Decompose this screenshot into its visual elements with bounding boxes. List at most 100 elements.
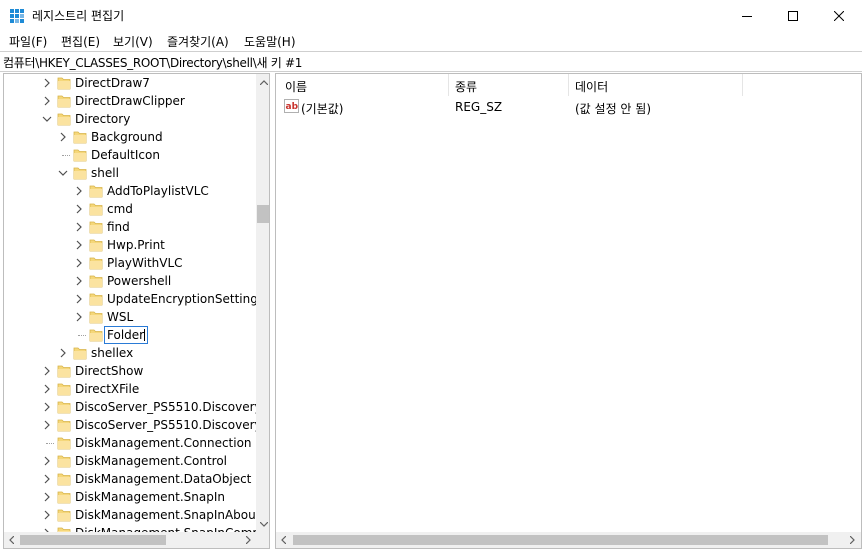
chevron-right-icon[interactable] xyxy=(41,365,53,377)
tree-item[interactable]: DirectShow xyxy=(4,362,256,380)
tree-item-label[interactable]: shellex xyxy=(91,346,133,360)
tree-item-label[interactable]: DiskManagement.SnapIn xyxy=(75,490,225,504)
chevron-down-icon[interactable] xyxy=(57,167,69,179)
tree-item-label[interactable]: DiskManagement.DataObject xyxy=(75,472,251,486)
chevron-right-icon[interactable] xyxy=(41,77,53,89)
value-row[interactable]: ab (기본값) REG_SZ (값 설정 안 됨) xyxy=(276,98,861,116)
tree-item-label[interactable]: WSL xyxy=(107,310,133,324)
tree-horizontal-scroll-thumb[interactable] xyxy=(20,535,166,545)
address-path[interactable]: 컴퓨터\HKEY_CLASSES_ROOT\Directory\shell\새 … xyxy=(3,54,302,71)
tree-item-label[interactable]: cmd xyxy=(107,202,133,216)
key-tree[interactable]: DirectDraw7 DirectDrawClipper Directory Bac… xyxy=(4,74,256,532)
tree-item[interactable]: DirectDraw7 xyxy=(4,74,256,92)
chevron-down-icon[interactable] xyxy=(41,113,53,125)
chevron-right-icon[interactable] xyxy=(73,275,85,287)
scroll-left-icon[interactable] xyxy=(276,532,291,548)
chevron-right-icon[interactable] xyxy=(73,311,85,323)
column-divider[interactable] xyxy=(448,74,449,96)
column-header-name[interactable]: 이름 xyxy=(285,78,307,95)
chevron-right-icon[interactable] xyxy=(41,383,53,395)
column-header-data[interactable]: 데이터 xyxy=(575,78,608,95)
column-divider[interactable] xyxy=(568,74,569,96)
tree-item-label[interactable]: DiskManagement.Control xyxy=(75,454,227,468)
tree-item-label[interactable]: PlayWithVLC xyxy=(107,256,183,270)
tree-item[interactable]: shell xyxy=(4,164,256,182)
chevron-right-icon[interactable] xyxy=(73,239,85,251)
scroll-right-icon[interactable] xyxy=(241,532,256,548)
chevron-right-icon[interactable] xyxy=(41,455,53,467)
chevron-right-icon[interactable] xyxy=(57,131,69,143)
tree-vertical-scroll-thumb[interactable] xyxy=(257,205,269,223)
list-horizontal-scroll-thumb[interactable] xyxy=(293,535,828,545)
tree-item[interactable]: find xyxy=(4,218,256,236)
tree-item-label[interactable]: DiscoServer_PS5510.DiscoveryOb xyxy=(75,400,256,414)
chevron-right-icon[interactable] xyxy=(73,221,85,233)
chevron-right-icon[interactable] xyxy=(41,509,53,521)
tree-item-label[interactable]: DefaultIcon xyxy=(91,148,160,162)
chevron-right-icon[interactable] xyxy=(41,95,53,107)
close-button[interactable] xyxy=(816,0,862,31)
tree-item[interactable]: DiskManagement.Connection xyxy=(4,434,256,452)
tree-item-label[interactable]: DiskManagement.SnapInAbout xyxy=(75,508,256,522)
column-header-type[interactable]: 종류 xyxy=(455,78,477,95)
menu-help[interactable]: 도움말(H) xyxy=(244,33,296,50)
tree-item[interactable]: DefaultIcon xyxy=(4,146,256,164)
tree-item[interactable]: DiskManagement.SnapIn xyxy=(4,488,256,506)
tree-vertical-scrollbar[interactable] xyxy=(256,74,269,532)
chevron-right-icon[interactable] xyxy=(73,185,85,197)
tree-item[interactable]: UpdateEncryptionSettings xyxy=(4,290,256,308)
key-tree-pane[interactable]: DirectDraw7 DirectDrawClipper Directory Bac… xyxy=(3,73,270,549)
tree-item-label[interactable]: DiscoServer_PS5510.DiscoveryOb xyxy=(75,418,256,432)
values-list-pane[interactable]: 이름 종류 데이터 ab (기본값) REG_SZ (값 설정 안 됨) xyxy=(275,73,862,549)
tree-item[interactable]: WSL xyxy=(4,308,256,326)
scroll-down-icon[interactable] xyxy=(256,516,269,532)
tree-item[interactable]: DiskManagement.SnapInAbout xyxy=(4,506,256,524)
tree-item[interactable]: Directory xyxy=(4,110,256,128)
tree-item[interactable]: DirectDrawClipper xyxy=(4,92,256,110)
tree-item[interactable]: DirectXFile xyxy=(4,380,256,398)
tree-item-label[interactable]: DirectDraw7 xyxy=(75,76,150,90)
chevron-right-icon[interactable] xyxy=(73,203,85,215)
chevron-right-icon[interactable] xyxy=(73,257,85,269)
scroll-right-icon[interactable] xyxy=(845,532,860,548)
list-horizontal-scrollbar[interactable] xyxy=(276,532,861,548)
tree-item-label[interactable]: Background xyxy=(91,130,163,144)
menu-edit[interactable]: 편집(E) xyxy=(61,33,100,50)
tree-item[interactable]: Background xyxy=(4,128,256,146)
tree-horizontal-scrollbar[interactable] xyxy=(4,532,256,548)
rename-key-input[interactable]: Folder xyxy=(104,326,149,344)
tree-item[interactable]: DiskManagement.SnapInCompon xyxy=(4,524,256,532)
tree-item[interactable]: Folder xyxy=(4,326,256,344)
column-divider[interactable] xyxy=(742,74,743,96)
tree-item[interactable]: DiskManagement.Control xyxy=(4,452,256,470)
tree-item[interactable]: shellex xyxy=(4,344,256,362)
tree-item-label[interactable]: DirectXFile xyxy=(75,382,139,396)
tree-item-label[interactable]: shell xyxy=(91,166,119,180)
chevron-right-icon[interactable] xyxy=(41,491,53,503)
tree-item[interactable]: DiskManagement.DataObject xyxy=(4,470,256,488)
tree-item-label[interactable]: UpdateEncryptionSettings xyxy=(107,292,256,306)
menu-favorites[interactable]: 즐겨찾기(A) xyxy=(167,33,229,50)
menu-view[interactable]: 보기(V) xyxy=(113,33,153,50)
chevron-right-icon[interactable] xyxy=(41,401,53,413)
chevron-right-icon[interactable] xyxy=(57,347,69,359)
tree-item-label[interactable]: DiskManagement.Connection xyxy=(75,436,252,450)
chevron-right-icon[interactable] xyxy=(41,419,53,431)
scroll-up-icon[interactable] xyxy=(256,74,269,90)
tree-item[interactable]: Hwp.Print xyxy=(4,236,256,254)
chevron-right-icon[interactable] xyxy=(73,293,85,305)
scroll-left-icon[interactable] xyxy=(4,532,19,548)
rename-key-text[interactable]: Folder xyxy=(107,328,144,342)
tree-item[interactable]: PlayWithVLC xyxy=(4,254,256,272)
tree-item-label[interactable]: Directory xyxy=(75,112,130,126)
tree-item[interactable]: Powershell xyxy=(4,272,256,290)
tree-item[interactable]: DiscoServer_PS5510.DiscoveryOb xyxy=(4,398,256,416)
tree-item-label[interactable]: find xyxy=(107,220,130,234)
tree-item-label[interactable]: Hwp.Print xyxy=(107,238,165,252)
maximize-button[interactable] xyxy=(770,0,816,31)
tree-item-label[interactable]: DirectShow xyxy=(75,364,143,378)
menu-file[interactable]: 파일(F) xyxy=(9,33,47,50)
minimize-button[interactable] xyxy=(724,0,770,31)
tree-item-label[interactable]: AddToPlaylistVLC xyxy=(107,184,209,198)
tree-item[interactable]: cmd xyxy=(4,200,256,218)
